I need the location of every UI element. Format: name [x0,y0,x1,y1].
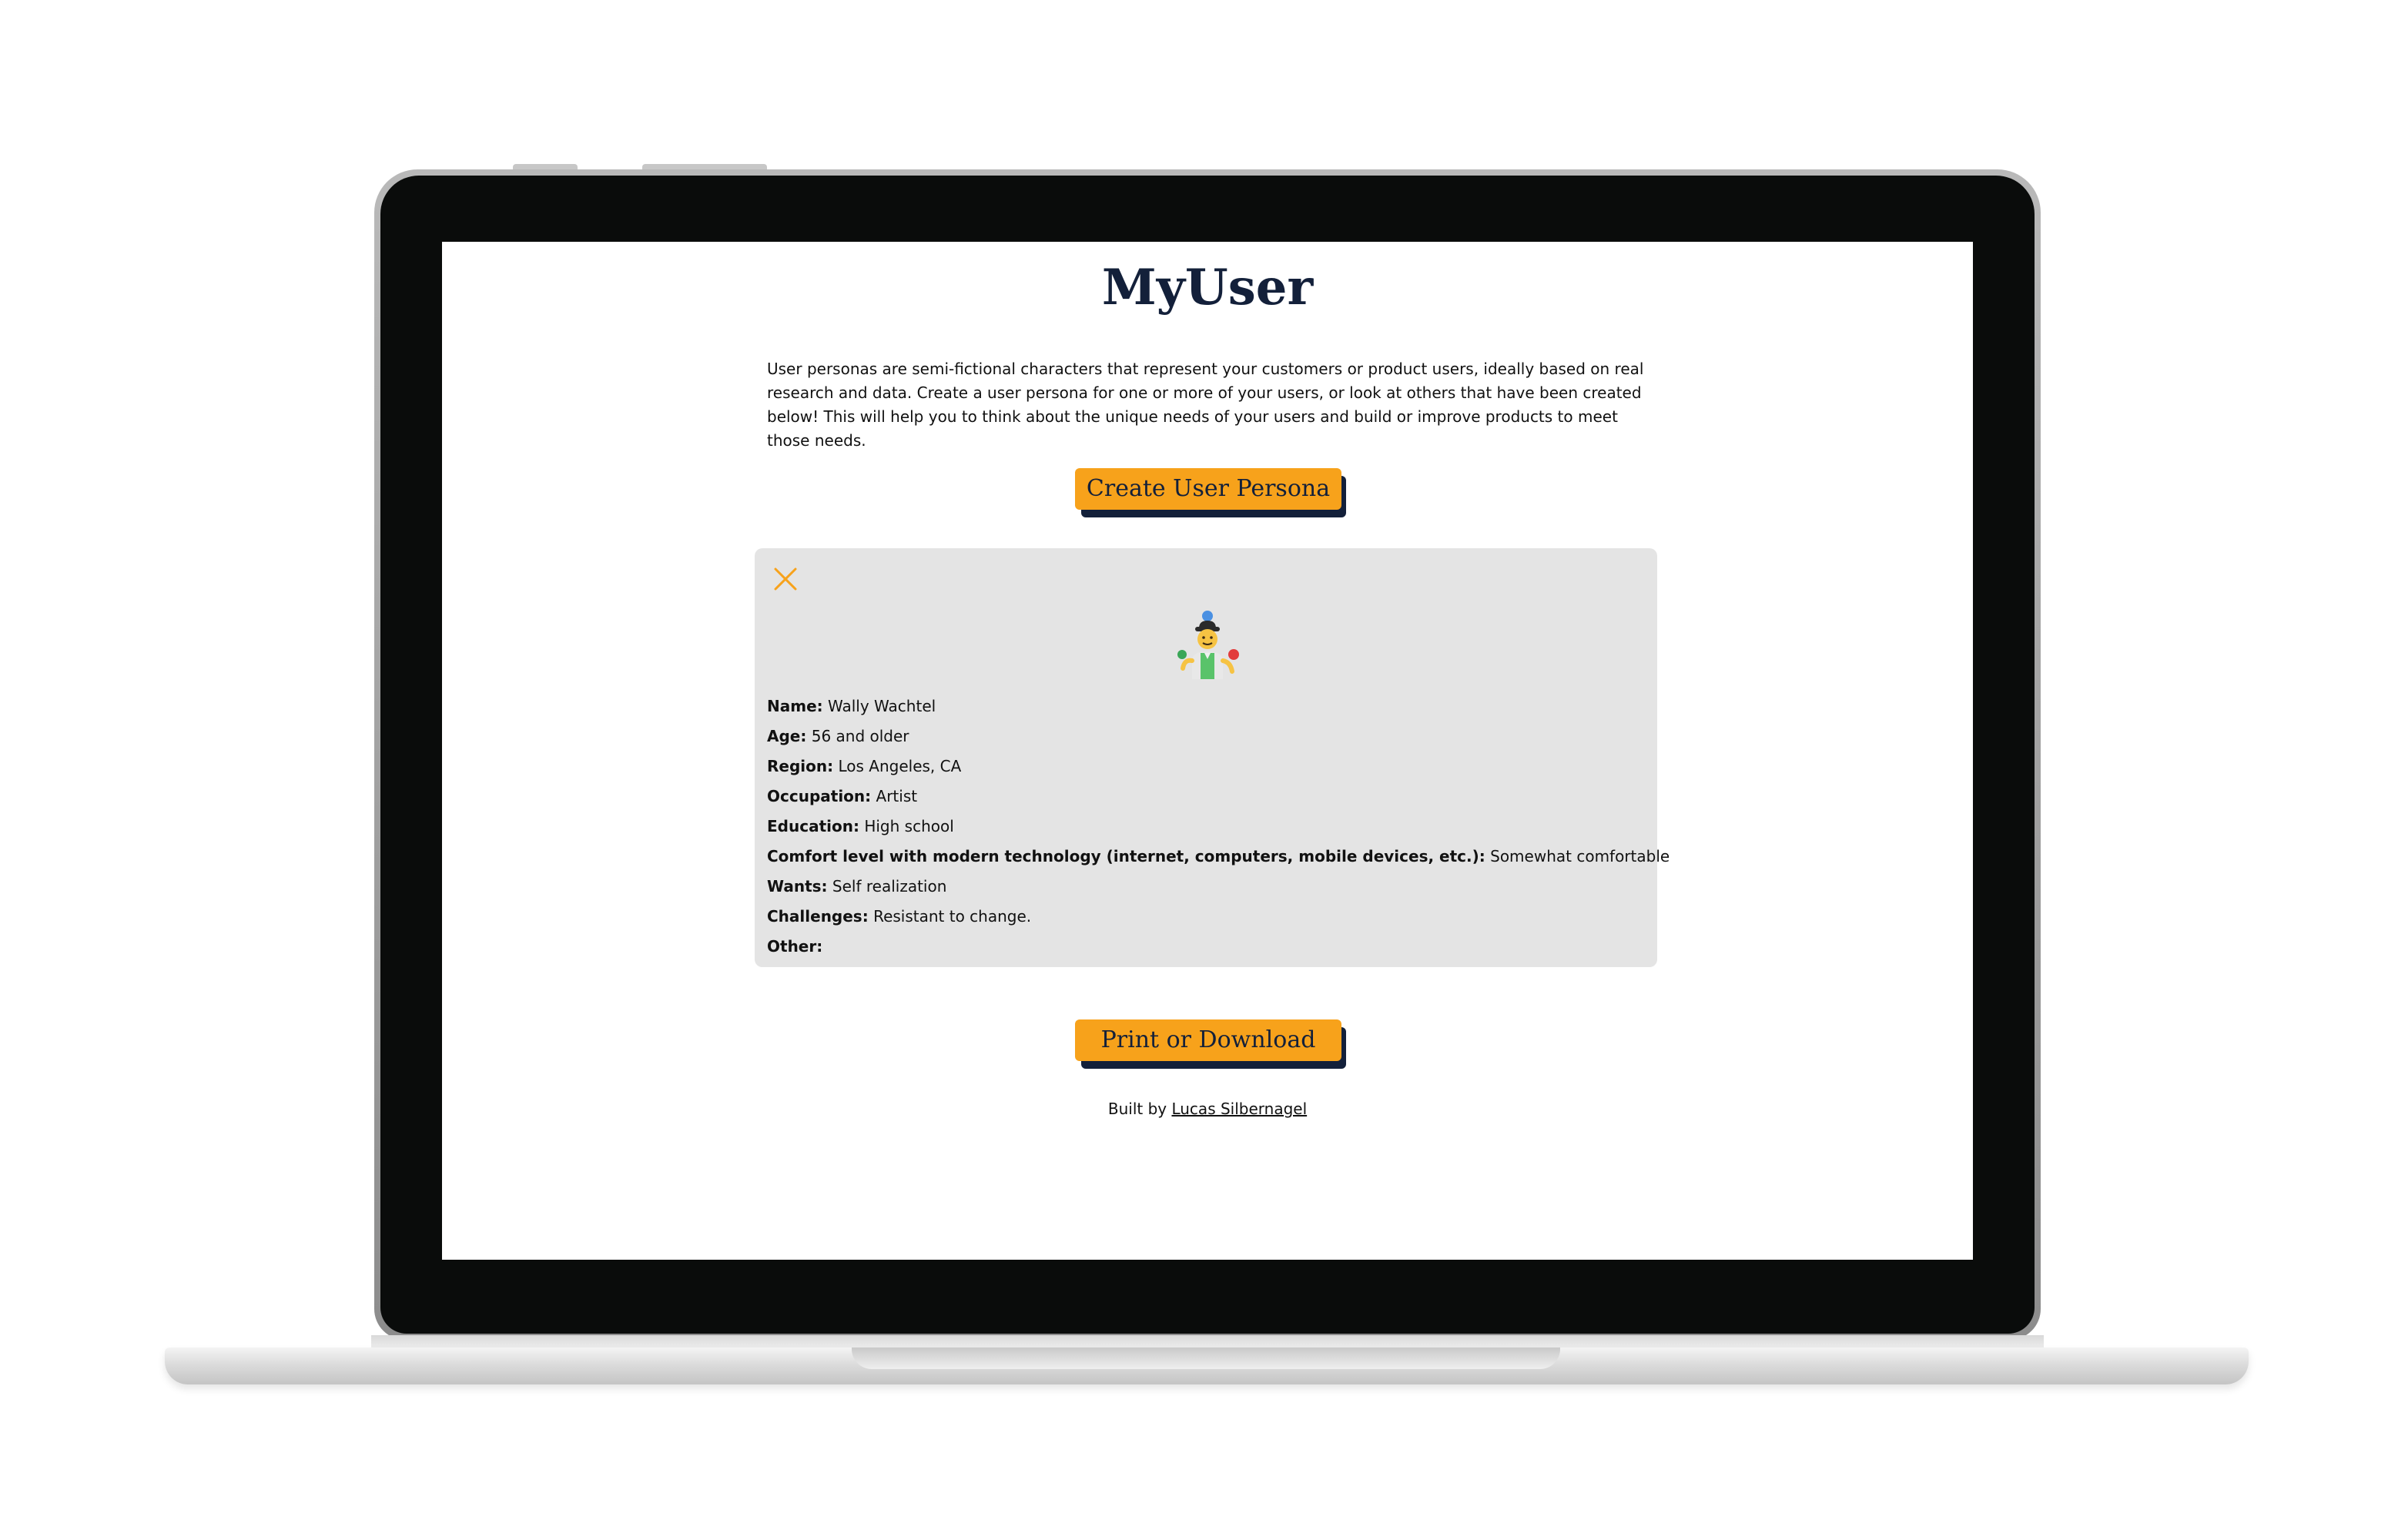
persona-field-education: Education: High school [767,812,1645,842]
author-link[interactable]: Lucas Silbernagel [1171,1100,1307,1118]
footer: Built by Lucas Silbernagel [442,1100,1973,1118]
persona-fields: Name: Wally Wachtel Age: 56 and older Re… [767,691,1670,962]
persona-field-age: Age: 56 and older [767,721,1645,752]
persona-field-occupation: Occupation: Artist [767,782,1645,812]
field-value: Wally Wachtel [828,697,936,715]
field-label: Region: [767,757,834,775]
device-mockup: MyUser User personas are semi-fictional … [0,0,2398,1540]
persona-card: Name: Wally Wachtel Age: 56 and older Re… [755,548,1670,967]
field-label: Wants: [767,877,828,896]
field-label: Education: [767,817,859,835]
field-value: High school [864,817,954,835]
persona-field-name: Name: Wally Wachtel [767,691,1645,721]
app-screen: MyUser User personas are semi-fictional … [442,242,1973,1260]
create-persona-button[interactable]: Create User Persona [1075,468,1341,510]
close-icon[interactable] [772,565,799,593]
field-label: Age: [767,727,807,745]
persona-field-other: Other: [767,932,1645,962]
laptop-base-notch [852,1348,1560,1369]
field-label: Challenges: [767,907,869,926]
field-label: Comfort level with modern technology (in… [767,847,1485,865]
field-label: Other: [767,937,823,956]
print-button-wrap: Print or Download [1075,1019,1346,1069]
persona-field-wants: Wants: Self realization [767,872,1645,902]
field-value: Self realization [832,877,947,896]
footer-prefix: Built by [1107,1100,1167,1118]
man-juggling-icon [1177,611,1239,679]
intro-text: User personas are semi-fictional charact… [767,360,1644,450]
field-value: Artist [876,787,918,805]
persona-field-tech-comfort: Comfort level with modern technology (in… [767,842,1670,872]
print-download-button[interactable]: Print or Download [1075,1019,1341,1061]
field-label: Name: [767,697,823,715]
field-value: Los Angeles, CA [838,757,962,775]
field-label: Occupation: [767,787,872,805]
field-value: Resistant to change. [873,907,1032,926]
persona-field-region: Region: Los Angeles, CA [767,752,1645,782]
persona-field-challenges: Challenges: Resistant to change. [767,902,1645,932]
page-title: MyUser [1101,259,1314,316]
create-persona-button-wrap: Create User Persona [1075,468,1346,517]
field-value: Somewhat comfortable [1490,847,1670,865]
field-value: 56 and older [811,727,909,745]
